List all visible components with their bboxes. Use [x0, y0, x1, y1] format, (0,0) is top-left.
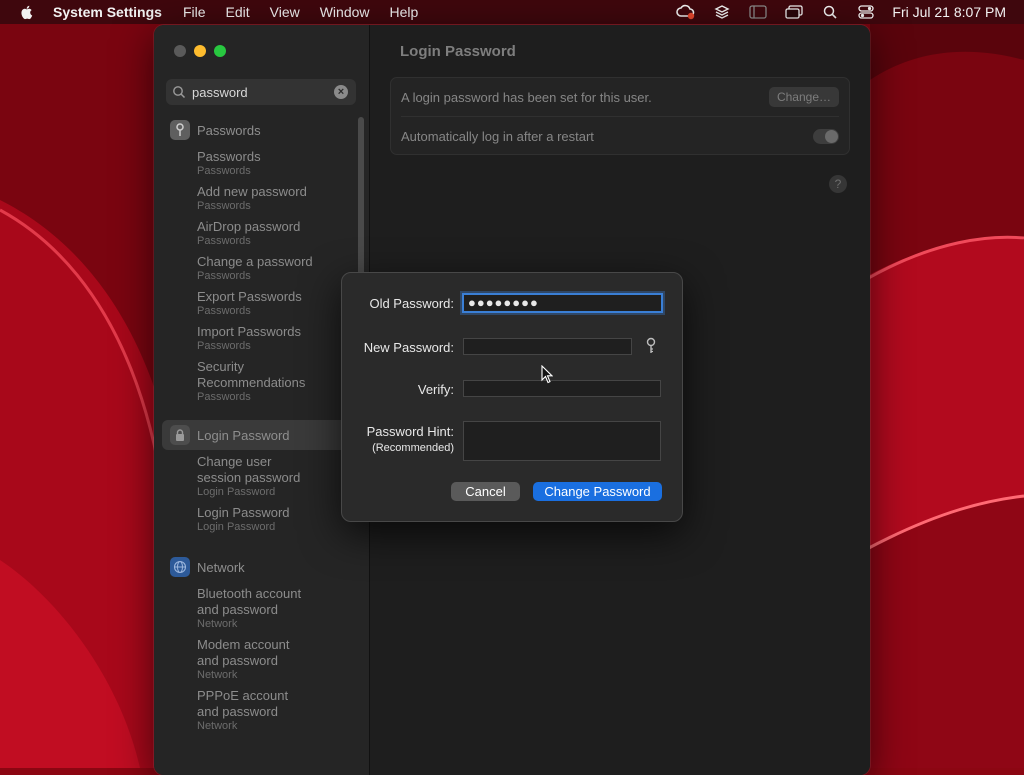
sidebar-result-change-user-session-password[interactable]: Change user session password Login Passw…	[162, 454, 317, 499]
result-title: Change user session password	[197, 454, 301, 485]
result-subtitle: Passwords	[197, 200, 251, 212]
apple-menu-icon[interactable]	[19, 4, 35, 20]
verify-password-field[interactable]	[463, 380, 661, 397]
lock-icon	[170, 425, 190, 445]
result-title: Login Password	[197, 505, 290, 520]
screen-mirroring-icon[interactable]	[784, 3, 804, 21]
menu-help[interactable]: Help	[390, 4, 419, 20]
sidebar-group-label: Passwords	[197, 122, 261, 138]
clear-search-icon[interactable]: ×	[334, 85, 348, 99]
mouse-cursor-icon	[541, 365, 553, 384]
sidebar-group-label: Login Password	[197, 427, 290, 443]
result-title: Modem account and password	[197, 637, 290, 668]
new-password-field[interactable]	[463, 338, 632, 355]
auto-login-row: Automatically log in after a restart	[401, 117, 839, 155]
creative-cloud-icon[interactable]	[676, 3, 696, 21]
help-button[interactable]: ?	[829, 175, 847, 193]
change-password-dialog: Old Password: ●●●●●●●● New Password: Ver…	[341, 272, 683, 522]
result-title: Change a password	[197, 254, 313, 269]
sidebar: password × Passwords Passwords Passwords…	[154, 25, 370, 775]
result-title: Bluetooth account and password	[197, 586, 302, 617]
sidebar-group-network[interactable]: Network	[162, 552, 352, 582]
auto-login-label: Automatically log in after a restart	[401, 128, 594, 144]
sidebar-group-label: Network	[197, 559, 245, 575]
password-hint-field[interactable]	[463, 421, 661, 461]
key-icon	[170, 120, 190, 140]
spotlight-search-icon[interactable]	[820, 3, 840, 21]
menu-bar: System Settings File Edit View Window He…	[0, 0, 1024, 24]
result-subtitle: Login Password	[197, 521, 276, 533]
old-password-field[interactable]: ●●●●●●●●	[462, 293, 663, 313]
window-controls	[174, 45, 234, 57]
toggle-knob	[825, 129, 838, 143]
result-title: Passwords	[197, 149, 261, 164]
result-subtitle: Network	[197, 618, 238, 630]
sidebar-result-add-new-password[interactable]: Add new password Passwords	[162, 184, 352, 213]
sidebar-scrollbar[interactable]	[358, 117, 364, 277]
result-title: PPPoE account and password	[197, 688, 289, 719]
result-title: AirDrop password	[197, 219, 301, 234]
menu-view[interactable]: View	[270, 4, 300, 20]
result-title: Security Recommendations	[197, 359, 306, 390]
sidebar-result-bluetooth-account[interactable]: Bluetooth account and password Network	[162, 586, 317, 631]
zoom-window-button[interactable]	[214, 45, 226, 57]
result-subtitle: Login Password	[197, 486, 276, 498]
sidebar-result-change-a-password[interactable]: Change a password Passwords	[162, 254, 352, 283]
sidebar-result-modem-account[interactable]: Modem account and password Network	[162, 637, 307, 682]
result-subtitle: Passwords	[197, 235, 251, 247]
sidebar-result-pppoe-account[interactable]: PPPoE account and password Network	[162, 688, 307, 733]
sidebar-result-login-password[interactable]: Login Password Login Password	[162, 505, 352, 534]
menu-bar-clock[interactable]: Fri Jul 21 8:07 PM	[892, 4, 1006, 20]
close-window-button[interactable]	[174, 45, 186, 57]
app-menu[interactable]: System Settings	[53, 4, 162, 20]
change-password-button[interactable]: Change…	[768, 87, 839, 107]
result-subtitle: Passwords	[197, 391, 251, 403]
result-subtitle: Passwords	[197, 270, 251, 282]
result-subtitle: Passwords	[197, 165, 251, 177]
sidebar-result-airdrop-password[interactable]: AirDrop password Passwords	[162, 219, 352, 248]
change-password-confirm-button[interactable]: Change Password	[533, 482, 662, 501]
login-password-panel: A login password has been set for this u…	[390, 77, 850, 155]
result-subtitle: Network	[197, 720, 238, 732]
sidecar-icon[interactable]	[748, 3, 768, 21]
result-title: Add new password	[197, 184, 307, 199]
auto-login-toggle[interactable]	[813, 128, 839, 144]
sidebar-search-field[interactable]: password ×	[166, 79, 356, 105]
sidebar-group-passwords[interactable]: Passwords	[162, 115, 352, 145]
minimize-window-button[interactable]	[194, 45, 206, 57]
sidebar-result-passwords[interactable]: Passwords Passwords	[162, 149, 352, 178]
password-status-text: A login password has been set for this u…	[401, 89, 652, 105]
password-status-row: A login password has been set for this u…	[401, 78, 839, 117]
new-password-label: New Password:	[363, 340, 454, 355]
search-icon	[173, 86, 186, 99]
cancel-button[interactable]: Cancel	[451, 482, 520, 501]
globe-icon	[170, 557, 190, 577]
result-title: Import Passwords	[197, 324, 302, 339]
old-password-label: Old Password:	[369, 296, 454, 311]
verify-label: Verify:	[417, 382, 454, 397]
search-input[interactable]: password	[192, 85, 334, 100]
result-subtitle: Network	[197, 669, 238, 681]
password-hint-label: Password Hint:	[366, 424, 454, 439]
menu-window[interactable]: Window	[320, 4, 370, 20]
control-center-icon[interactable]	[856, 3, 876, 21]
password-assistant-key-icon[interactable]	[645, 337, 657, 355]
password-hint-sublabel: (Recommended)	[372, 442, 454, 454]
layers-icon[interactable]	[712, 3, 732, 21]
sidebar-result-security-recommendations[interactable]: Security Recommendations Passwords	[162, 359, 317, 404]
menu-edit[interactable]: Edit	[226, 4, 250, 20]
page-title: Login Password	[400, 43, 516, 60]
menu-file[interactable]: File	[183, 4, 206, 20]
